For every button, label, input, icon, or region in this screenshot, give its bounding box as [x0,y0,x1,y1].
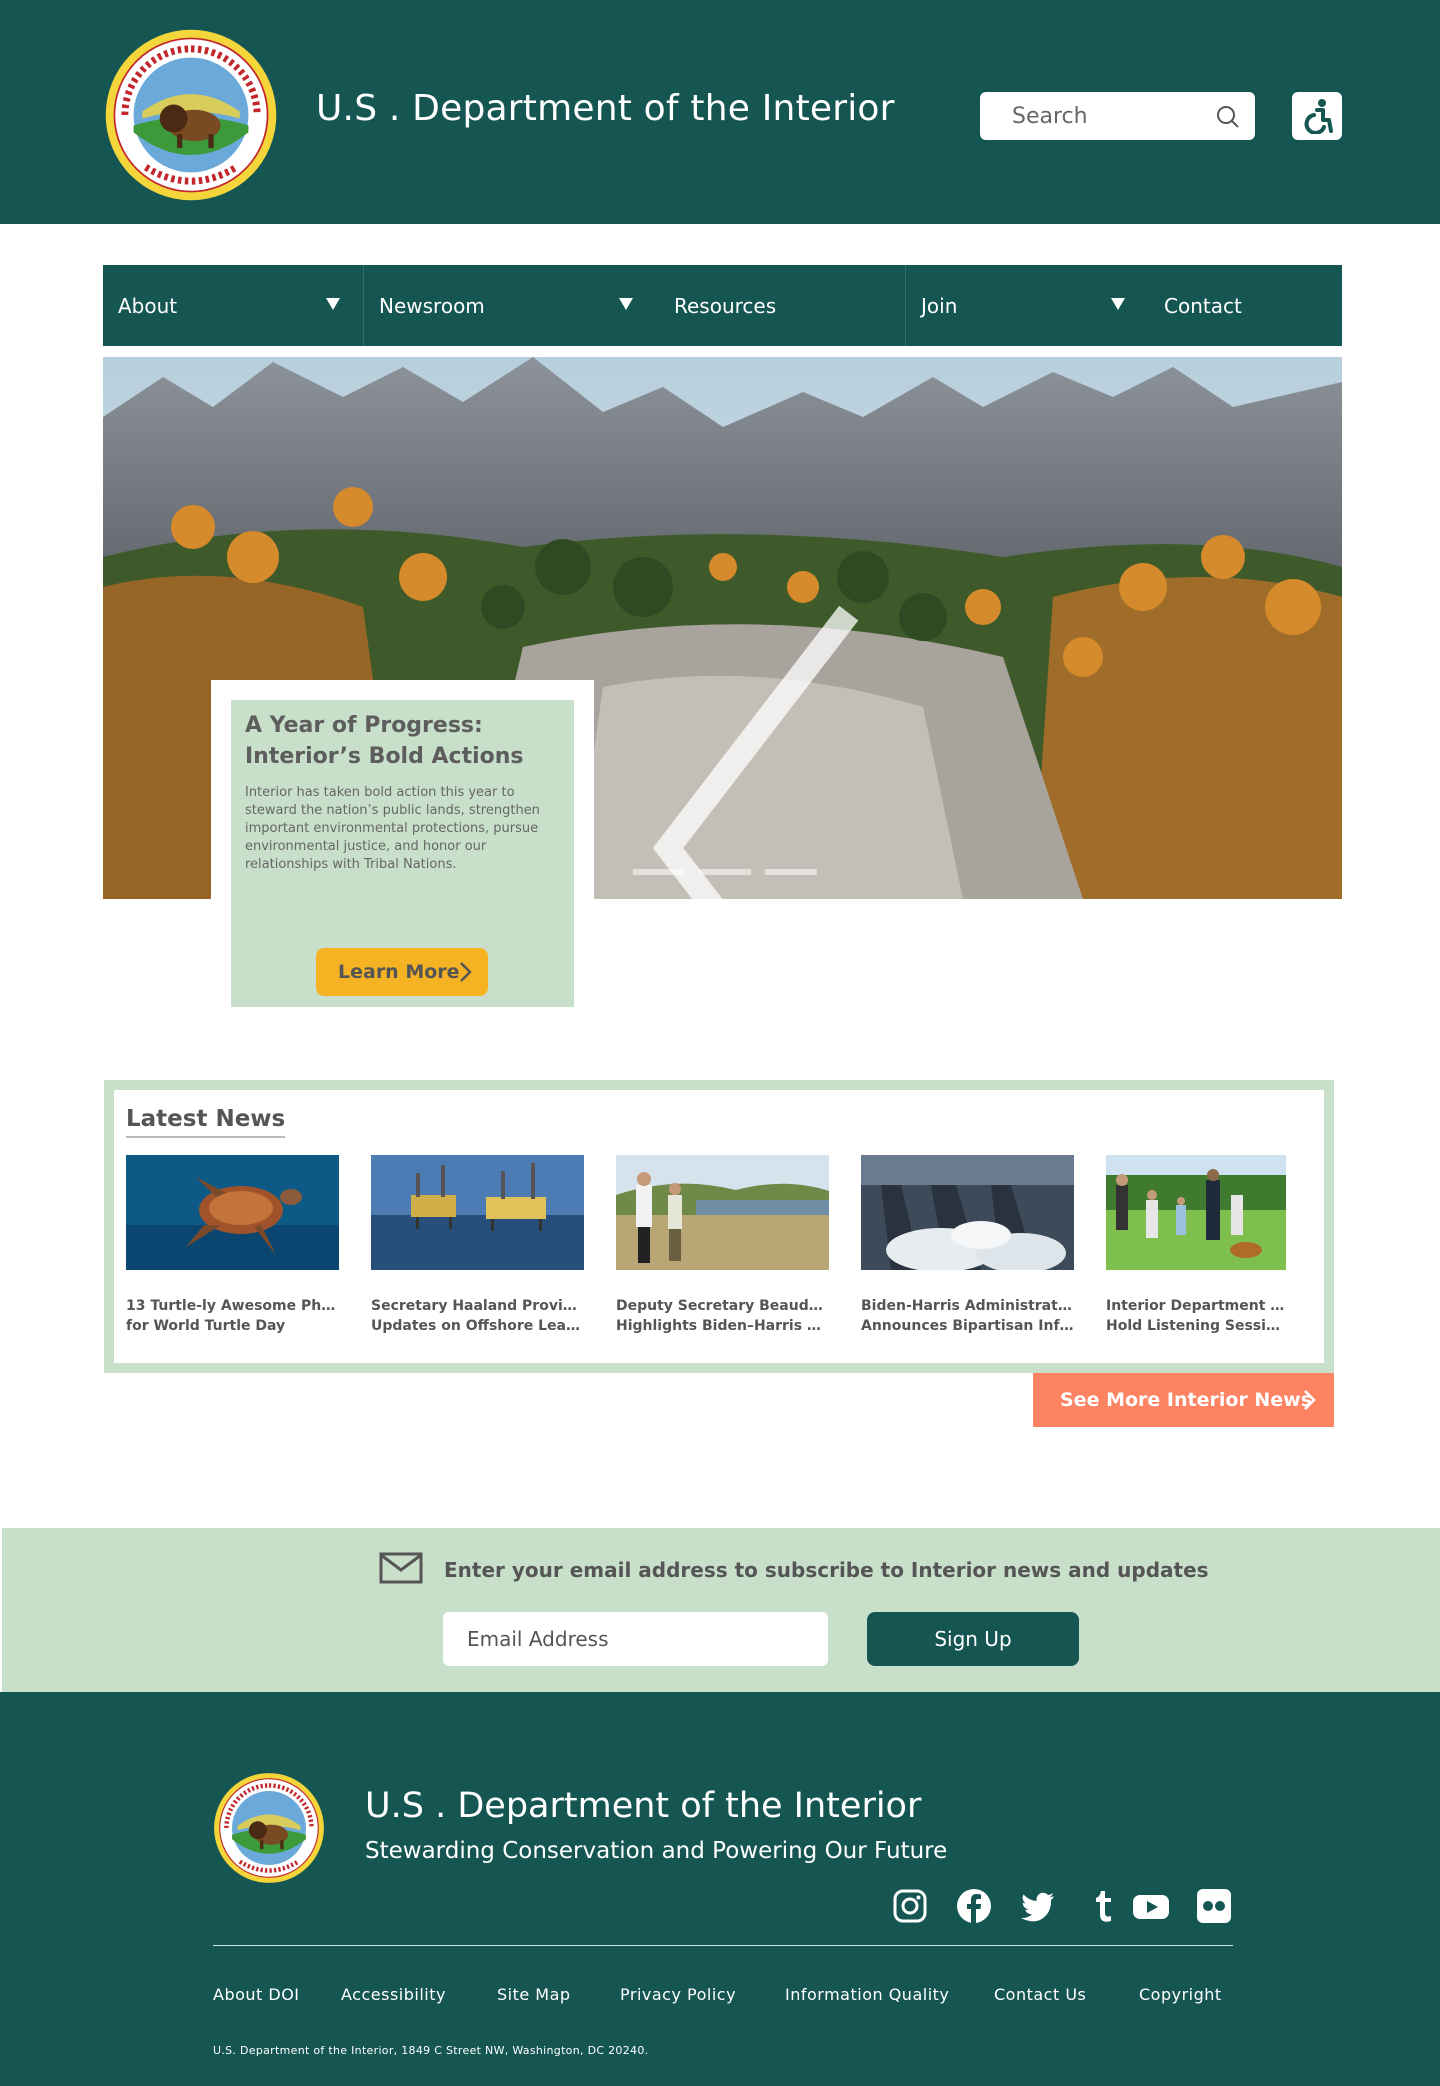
twitter-icon[interactable] [1020,1888,1056,1924]
search-icon[interactable] [1215,104,1241,130]
news-title-line2: Highlights Biden–Harris Ad... [616,1318,829,1334]
footer-divider [213,1945,1233,1946]
news-card[interactable]: Biden-Harris Administration Announces Bi… [861,1155,1074,1336]
nav-item-newsroom[interactable]: Newsroom [364,265,644,346]
nav-label: Contact [1164,293,1242,318]
hero-title-line1: A Year of Progress: [245,713,483,738]
news-card[interactable]: Interior Department to Hold Listening Se… [1106,1155,1286,1336]
footer-link-copyright[interactable]: Copyright [1139,1985,1222,2004]
news-card[interactable]: Deputy Secretary Beaudreau Highlights Bi… [616,1155,829,1336]
nav-label: Resources [674,293,777,318]
hero-caption-panel: A Year of Progress: Interior’s Bold Acti… [231,700,574,1007]
footer-link-privacy-policy[interactable]: Privacy Policy [620,1985,736,2004]
tumblr-icon[interactable] [1084,1888,1120,1924]
doi-seal-logo[interactable] [104,28,278,202]
doi-seal-logo[interactable] [213,1772,325,1884]
offshore-platforms-image [371,1155,584,1270]
email-field[interactable] [443,1612,828,1666]
latest-news-heading: Latest News [126,1106,286,1138]
sea-turtle-image [126,1155,339,1270]
news-title-line1: Interior Department to [1106,1298,1286,1314]
nav-item-contact[interactable]: Contact [1149,265,1339,346]
search-input[interactable] [1012,92,1212,140]
nav-label: About [118,293,178,318]
nav-item-join[interactable]: Join [906,265,1136,346]
carousel-indicators [633,869,817,875]
news-title-line2: for World Turtle Day [126,1318,286,1334]
see-more-label: See More Interior News [1060,1389,1313,1411]
carousel-dot[interactable] [699,869,751,875]
email-subscribe-section: Enter your email address to subscribe to… [2,1528,1440,1692]
news-thumbnail[interactable] [1106,1155,1286,1270]
news-title[interactable]: 13 Turtle-ly Awesome Photos for World Tu… [126,1296,339,1336]
subscribe-prompt: Enter your email address to subscribe to… [444,1558,1209,1582]
search-box[interactable] [980,92,1255,140]
hero-caption-card: A Year of Progress: Interior’s Bold Acti… [211,680,594,1010]
learn-more-label: Learn More [338,961,460,983]
news-title-line1: Biden-Harris Administration [861,1298,1074,1314]
footer-title: U.S . Department of the Interior [365,1786,922,1826]
nav-label: Newsroom [379,293,485,318]
news-title[interactable]: Biden-Harris Administration Announces Bi… [861,1296,1074,1336]
latest-news-section: Latest News 13 Turtle-ly Awesome Photos … [104,1080,1334,1373]
news-title-line2: Updates on Offshore Leasi... [371,1318,584,1334]
site-title[interactable]: U.S . Department of the Interior [316,88,895,129]
see-more-news-button[interactable]: See More Interior News [1033,1373,1334,1427]
news-title[interactable]: Secretary Haaland Provides Updates on Of… [371,1296,584,1336]
accessibility-button[interactable] [1292,92,1342,140]
nav-item-resources[interactable]: Resources [659,265,909,346]
news-thumbnail[interactable] [861,1155,1074,1270]
footer-address: U.S. Department of the Interior, 1849 C … [213,2044,649,2057]
site-header: U.S . Department of the Interior [0,0,1440,224]
nav-item-about[interactable]: About [103,265,363,346]
site-footer: U.S . Department of the Interior Steward… [0,1692,1440,2086]
news-title-line2: Hold Listening Session... [1106,1318,1286,1334]
news-thumbnail[interactable] [126,1155,339,1270]
dam-spillway-image [861,1155,1074,1270]
news-thumbnail[interactable] [371,1155,584,1270]
news-title[interactable]: Interior Department to Hold Listening Se… [1106,1296,1286,1336]
footer-tagline: Stewarding Conservation and Powering Our… [365,1838,948,1864]
hero-title: A Year of Progress: Interior’s Bold Acti… [245,710,560,772]
news-title[interactable]: Deputy Secretary Beaudreau Highlights Bi… [616,1296,829,1336]
news-title-line1: Deputy Secretary Beaudreau [616,1298,829,1314]
carousel-next-icon[interactable] [1233,577,1342,899]
caret-down-icon[interactable] [1111,298,1125,310]
instagram-icon[interactable] [892,1888,928,1924]
footer-link-accessibility[interactable]: Accessibility [341,1985,446,2004]
youtube-icon[interactable] [1132,1888,1170,1924]
footer-link-contact-us[interactable]: Contact Us [994,1985,1086,2004]
footer-link-information-quality[interactable]: Information Quality [785,1985,949,2004]
footer-link-site-map[interactable]: Site Map [497,1985,571,2004]
chevron-right-icon [1304,1390,1316,1410]
news-card[interactable]: Secretary Haaland Provides Updates on Of… [371,1155,584,1336]
carousel-dot[interactable] [765,869,817,875]
news-title-line2: Announces Bipartisan Infr... [861,1318,1074,1334]
carousel-dot[interactable] [633,869,685,875]
footer-link-about-doi[interactable]: About DOI [213,1985,300,2004]
flickr-icon[interactable] [1196,1888,1232,1924]
news-thumbnail[interactable] [616,1155,829,1270]
news-title-line1: Secretary Haaland Provides [371,1298,584,1314]
hero-title-line2: Interior’s Bold Actions [245,744,524,769]
news-card[interactable]: 13 Turtle-ly Awesome Photos for World Tu… [126,1155,339,1336]
caret-down-icon[interactable] [326,298,340,310]
news-title-line1: 13 Turtle-ly Awesome Photos [126,1298,339,1314]
nav-label: Join [921,293,958,318]
facebook-icon[interactable] [956,1888,992,1924]
accessibility-icon [1304,99,1333,134]
people-in-park-image [1106,1155,1286,1270]
officials-at-lake-image [616,1155,829,1270]
hero-description: Interior has taken bold action this year… [245,785,540,872]
learn-more-button[interactable]: Learn More [316,948,488,996]
envelope-icon [379,1552,423,1584]
main-nav: About Newsroom Resources Join Contact [103,265,1342,346]
chevron-right-icon [460,962,472,982]
caret-down-icon[interactable] [619,298,633,310]
sign-up-button[interactable]: Sign Up [867,1612,1079,1666]
